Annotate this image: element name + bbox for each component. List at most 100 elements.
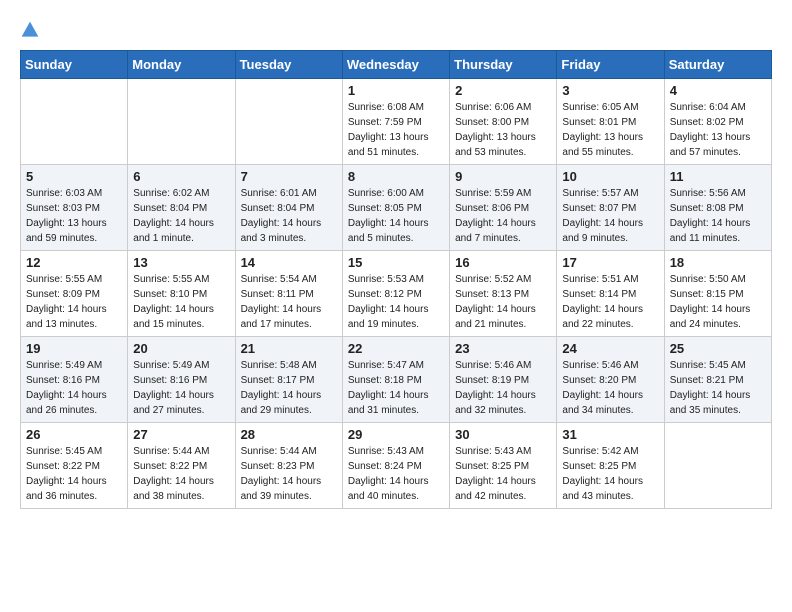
calendar-day-4: 4 Sunrise: 6:04 AM Sunset: 8:02 PM Daylig…	[664, 79, 771, 165]
logo	[20, 20, 42, 40]
logo-icon	[20, 20, 40, 40]
calendar-day-9: 9 Sunrise: 5:59 AM Sunset: 8:06 PM Daylig…	[450, 165, 557, 251]
day-header-thursday: Thursday	[450, 51, 557, 79]
calendar-day-19: 19 Sunrise: 5:49 AM Sunset: 8:16 PM Dayli…	[21, 337, 128, 423]
day-info: Sunrise: 5:46 AM Sunset: 8:20 PM Dayligh…	[562, 358, 658, 418]
day-number: 2	[455, 83, 551, 98]
day-info: Sunrise: 5:55 AM Sunset: 8:09 PM Dayligh…	[26, 272, 122, 332]
calendar-day-10: 10Sunrise: 5:57 AM Sunset: 8:07 PM Dayli…	[557, 165, 664, 251]
day-info: Sunrise: 5:54 AM Sunset: 8:11 PM Dayligh…	[241, 272, 337, 332]
day-info: Sunrise: 6:00 AM Sunset: 8:05 PM Dayligh…	[348, 186, 444, 246]
calendar-day-2: 2Sunrise: 6:06 AM Sunset: 8:00 PM Daylig…	[450, 79, 557, 165]
day-header-saturday: Saturday	[664, 51, 771, 79]
day-info: Sunrise: 5:56 AM Sunset: 8:08 PM Dayligh…	[670, 186, 766, 246]
calendar-day-14: 14 Sunrise: 5:54 AM Sunset: 8:11 PM Dayli…	[235, 251, 342, 337]
calendar-empty-cell	[664, 423, 771, 509]
calendar-day-3: 3 Sunrise: 6:05 AM Sunset: 8:01 PM Daylig…	[557, 79, 664, 165]
calendar-empty-cell	[235, 79, 342, 165]
day-number: 30	[455, 427, 551, 442]
calendar-day-28: 28 Sunrise: 5:44 AM Sunset: 8:23 PM Dayli…	[235, 423, 342, 509]
day-number: 1	[348, 83, 444, 98]
day-number: 25	[670, 341, 766, 356]
calendar-day-12: 12 Sunrise: 5:55 AM Sunset: 8:09 PM Dayli…	[21, 251, 128, 337]
day-number: 27	[133, 427, 229, 442]
day-info: Sunrise: 5:48 AM Sunset: 8:17 PM Dayligh…	[241, 358, 337, 418]
calendar-week-row: 26 Sunrise: 5:45 AM Sunset: 8:22 PM Dayli…	[21, 423, 772, 509]
calendar-day-27: 27 Sunrise: 5:44 AM Sunset: 8:22 PM Dayli…	[128, 423, 235, 509]
calendar-day-5: 5Sunrise: 6:03 AM Sunset: 8:03 PM Daylig…	[21, 165, 128, 251]
day-info: Sunrise: 5:44 AM Sunset: 8:23 PM Dayligh…	[241, 444, 337, 504]
calendar-day-24: 24 Sunrise: 5:46 AM Sunset: 8:20 PM Dayli…	[557, 337, 664, 423]
day-info: Sunrise: 5:59 AM Sunset: 8:06 PM Dayligh…	[455, 186, 551, 246]
day-header-monday: Monday	[128, 51, 235, 79]
day-info: Sunrise: 6:05 AM Sunset: 8:01 PM Dayligh…	[562, 100, 658, 160]
day-number: 9	[455, 169, 551, 184]
day-number: 19	[26, 341, 122, 356]
day-info: Sunrise: 5:47 AM Sunset: 8:18 PM Dayligh…	[348, 358, 444, 418]
calendar-day-7: 7Sunrise: 6:01 AM Sunset: 8:04 PM Daylig…	[235, 165, 342, 251]
calendar-day-20: 20 Sunrise: 5:49 AM Sunset: 8:16 PM Dayli…	[128, 337, 235, 423]
calendar-day-21: 21 Sunrise: 5:48 AM Sunset: 8:17 PM Dayli…	[235, 337, 342, 423]
day-number: 15	[348, 255, 444, 270]
calendar-day-6: 6 Sunrise: 6:02 AM Sunset: 8:04 PM Daylig…	[128, 165, 235, 251]
day-number: 21	[241, 341, 337, 356]
day-number: 6	[133, 169, 229, 184]
calendar-day-30: 30 Sunrise: 5:43 AM Sunset: 8:25 PM Dayli…	[450, 423, 557, 509]
day-number: 31	[562, 427, 658, 442]
calendar-day-18: 18 Sunrise: 5:50 AM Sunset: 8:15 PM Dayli…	[664, 251, 771, 337]
calendar-day-29: 29 Sunrise: 5:43 AM Sunset: 8:24 PM Dayli…	[342, 423, 449, 509]
calendar-day-11: 11 Sunrise: 5:56 AM Sunset: 8:08 PM Dayli…	[664, 165, 771, 251]
day-info: Sunrise: 5:49 AM Sunset: 8:16 PM Dayligh…	[26, 358, 122, 418]
calendar-day-23: 23 Sunrise: 5:46 AM Sunset: 8:19 PM Dayli…	[450, 337, 557, 423]
day-number: 10	[562, 169, 658, 184]
day-number: 24	[562, 341, 658, 356]
day-number: 28	[241, 427, 337, 442]
day-info: Sunrise: 5:43 AM Sunset: 8:25 PM Dayligh…	[455, 444, 551, 504]
day-header-tuesday: Tuesday	[235, 51, 342, 79]
day-info: Sunrise: 5:44 AM Sunset: 8:22 PM Dayligh…	[133, 444, 229, 504]
day-info: Sunrise: 6:02 AM Sunset: 8:04 PM Dayligh…	[133, 186, 229, 246]
calendar-header-row: SundayMondayTuesdayWednesdayThursdayFrid…	[21, 51, 772, 79]
calendar-day-8: 8Sunrise: 6:00 AM Sunset: 8:05 PM Daylig…	[342, 165, 449, 251]
calendar-table: SundayMondayTuesdayWednesdayThursdayFrid…	[20, 50, 772, 509]
day-number: 16	[455, 255, 551, 270]
calendar-empty-cell	[21, 79, 128, 165]
day-info: Sunrise: 5:42 AM Sunset: 8:25 PM Dayligh…	[562, 444, 658, 504]
day-info: Sunrise: 6:04 AM Sunset: 8:02 PM Dayligh…	[670, 100, 766, 160]
day-number: 4	[670, 83, 766, 98]
day-info: Sunrise: 5:45 AM Sunset: 8:22 PM Dayligh…	[26, 444, 122, 504]
day-info: Sunrise: 6:03 AM Sunset: 8:03 PM Dayligh…	[26, 186, 122, 246]
day-info: Sunrise: 5:55 AM Sunset: 8:10 PM Dayligh…	[133, 272, 229, 332]
day-info: Sunrise: 6:01 AM Sunset: 8:04 PM Dayligh…	[241, 186, 337, 246]
day-number: 11	[670, 169, 766, 184]
calendar-day-26: 26 Sunrise: 5:45 AM Sunset: 8:22 PM Dayli…	[21, 423, 128, 509]
day-info: Sunrise: 5:50 AM Sunset: 8:15 PM Dayligh…	[670, 272, 766, 332]
calendar-day-13: 13 Sunrise: 5:55 AM Sunset: 8:10 PM Dayli…	[128, 251, 235, 337]
calendar-week-row: 12 Sunrise: 5:55 AM Sunset: 8:09 PM Dayli…	[21, 251, 772, 337]
day-number: 13	[133, 255, 229, 270]
day-number: 14	[241, 255, 337, 270]
calendar-week-row: 5Sunrise: 6:03 AM Sunset: 8:03 PM Daylig…	[21, 165, 772, 251]
day-info: Sunrise: 5:53 AM Sunset: 8:12 PM Dayligh…	[348, 272, 444, 332]
day-info: Sunrise: 5:49 AM Sunset: 8:16 PM Dayligh…	[133, 358, 229, 418]
day-number: 3	[562, 83, 658, 98]
calendar-day-25: 25 Sunrise: 5:45 AM Sunset: 8:21 PM Dayli…	[664, 337, 771, 423]
day-info: Sunrise: 5:43 AM Sunset: 8:24 PM Dayligh…	[348, 444, 444, 504]
calendar-week-row: 1 Sunrise: 6:08 AM Sunset: 7:59 PM Daylig…	[21, 79, 772, 165]
calendar-day-31: 31 Sunrise: 5:42 AM Sunset: 8:25 PM Dayli…	[557, 423, 664, 509]
day-number: 26	[26, 427, 122, 442]
day-number: 20	[133, 341, 229, 356]
calendar-day-22: 22Sunrise: 5:47 AM Sunset: 8:18 PM Dayli…	[342, 337, 449, 423]
calendar-day-17: 17 Sunrise: 5:51 AM Sunset: 8:14 PM Dayli…	[557, 251, 664, 337]
day-number: 18	[670, 255, 766, 270]
day-info: Sunrise: 6:08 AM Sunset: 7:59 PM Dayligh…	[348, 100, 444, 160]
day-info: Sunrise: 5:46 AM Sunset: 8:19 PM Dayligh…	[455, 358, 551, 418]
day-header-sunday: Sunday	[21, 51, 128, 79]
day-number: 29	[348, 427, 444, 442]
day-info: Sunrise: 5:45 AM Sunset: 8:21 PM Dayligh…	[670, 358, 766, 418]
day-number: 12	[26, 255, 122, 270]
calendar-empty-cell	[128, 79, 235, 165]
day-number: 17	[562, 255, 658, 270]
day-number: 23	[455, 341, 551, 356]
day-info: Sunrise: 5:51 AM Sunset: 8:14 PM Dayligh…	[562, 272, 658, 332]
